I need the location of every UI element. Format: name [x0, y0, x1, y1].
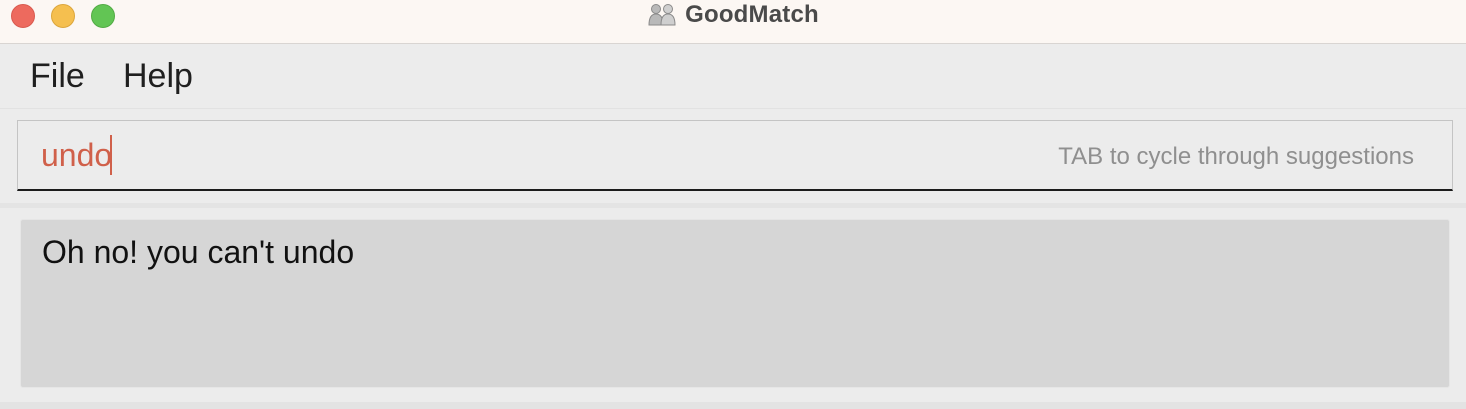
- app-window: GoodMatch File Help undo TAB to cycle th…: [0, 0, 1466, 409]
- window-title: GoodMatch: [685, 1, 819, 28]
- title-bar[interactable]: GoodMatch: [0, 0, 1466, 44]
- section-divider: [0, 203, 1466, 208]
- menu-bar: File Help: [0, 44, 1466, 109]
- result-message: Oh no! you can't undo: [42, 234, 355, 270]
- bottom-divider: [0, 402, 1466, 409]
- command-hint: TAB to cycle through suggestions: [1058, 143, 1414, 170]
- command-value: undo: [41, 137, 113, 173]
- two-people-icon: [648, 4, 676, 26]
- command-input[interactable]: undo TAB to cycle through suggestions: [17, 120, 1453, 191]
- text-caret: [110, 135, 113, 175]
- window-title-group: GoodMatch: [0, 0, 1466, 30]
- command-input-text[interactable]: undo: [41, 135, 113, 175]
- result-display[interactable]: Oh no! you can't undo: [20, 219, 1450, 388]
- menu-help[interactable]: Help: [123, 56, 193, 96]
- menu-file[interactable]: File: [30, 56, 85, 96]
